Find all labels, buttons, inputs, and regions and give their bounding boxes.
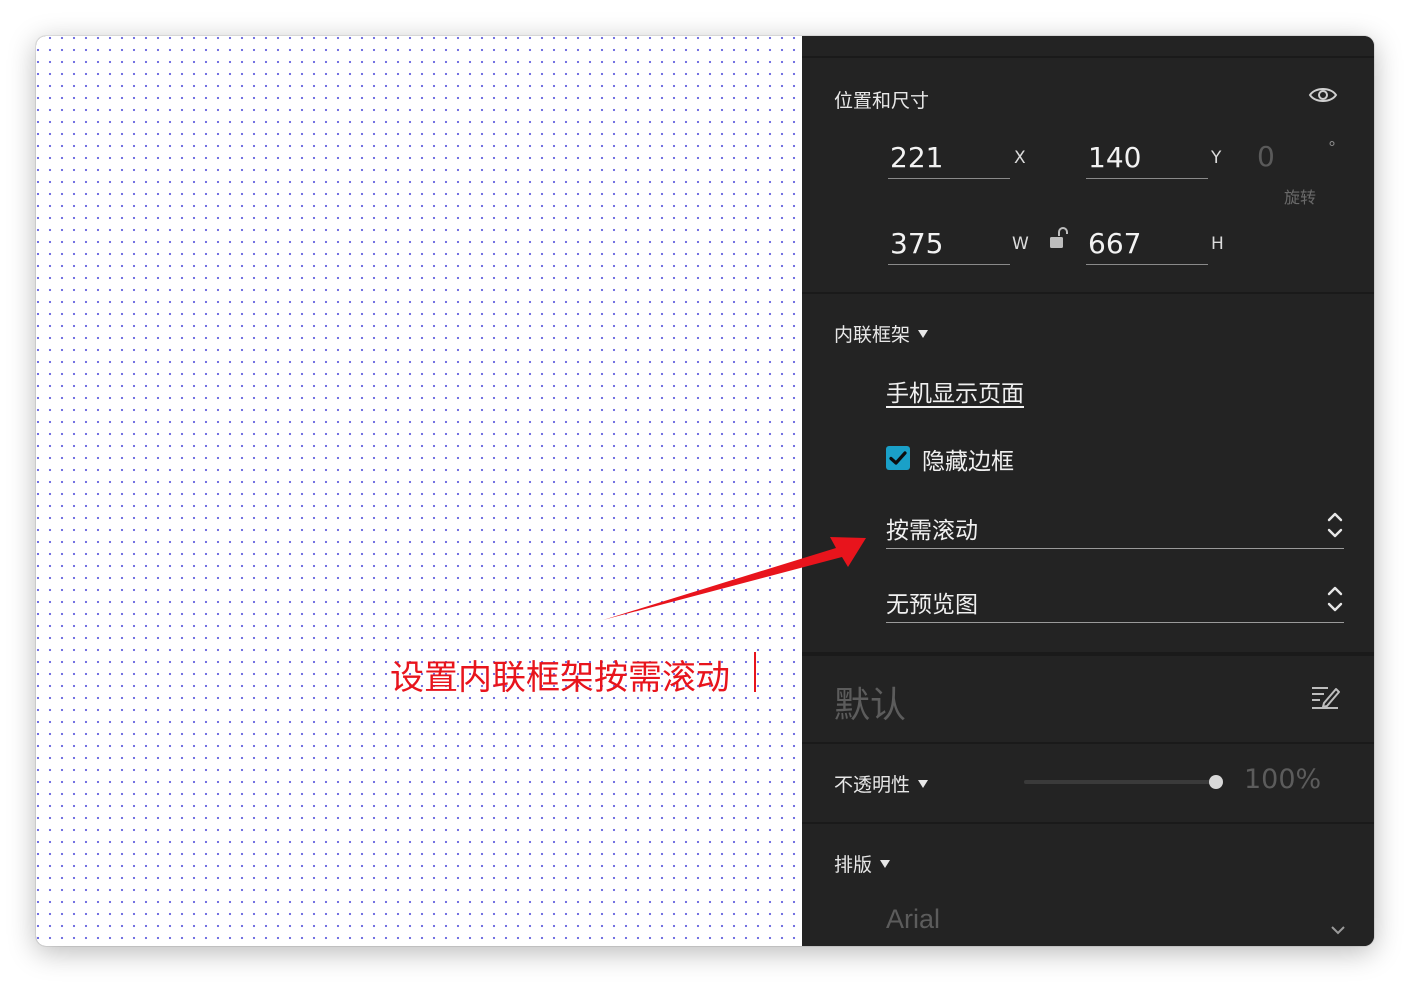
annotation-text: 设置内联框架按需滚动: [390, 658, 730, 698]
arrow-icon: [603, 537, 866, 620]
annotation-arrow: [603, 537, 866, 620]
text-cursor: [754, 652, 756, 692]
